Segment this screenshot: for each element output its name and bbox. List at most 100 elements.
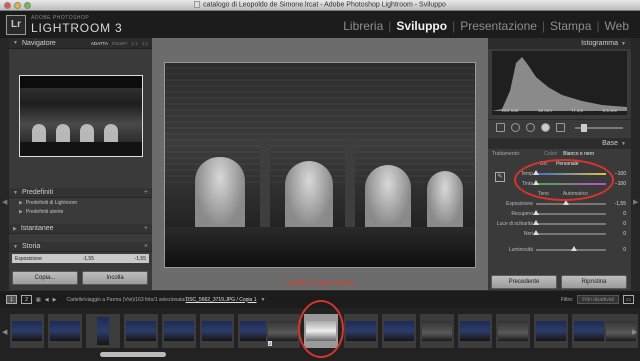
adjustment-brush-icon[interactable] xyxy=(556,123,565,132)
eyedropper-icon[interactable]: ✎ xyxy=(495,172,505,182)
zoom-fit[interactable]: ADATTA xyxy=(91,41,108,46)
module-stampa[interactable]: Stampa xyxy=(545,19,596,33)
zoom-1-1[interactable]: 1:1 xyxy=(131,41,137,46)
filmstrip-thumbnail[interactable] xyxy=(124,314,158,348)
spot-removal-icon[interactable] xyxy=(511,123,520,132)
red-eye-icon[interactable] xyxy=(526,123,535,132)
focal-length: 62 mm xyxy=(538,108,552,113)
forward-arrow-icon[interactable]: ▶ xyxy=(53,297,57,303)
grid-view-icon[interactable]: ▦ xyxy=(36,297,41,303)
fill-light-value[interactable]: 0 xyxy=(606,221,626,227)
preset-folder[interactable]: ▶ Predefiniti utente xyxy=(9,207,152,216)
filmstrip-thumbnail[interactable] xyxy=(534,314,568,348)
filmstrip-thumbnail[interactable] xyxy=(382,314,416,348)
slider-knob[interactable] xyxy=(581,123,587,132)
filter-select[interactable]: Filtri disattivati xyxy=(577,295,619,304)
blacks-slider[interactable] xyxy=(533,230,606,235)
navigator-title: Navigatore xyxy=(21,39,56,47)
snapshots-header[interactable]: ▶ Istantanee + xyxy=(9,224,152,234)
left-panel-toggle[interactable]: ◀ xyxy=(0,38,9,290)
filmstrip-right-arrow-icon[interactable]: ▶ xyxy=(632,328,637,336)
history-item[interactable]: Esposizione -1,55 -1,55 xyxy=(12,254,149,263)
filmstrip-thumbnail[interactable] xyxy=(200,314,234,348)
right-panel-toggle[interactable]: ▶ xyxy=(631,38,640,290)
histogram[interactable]: ISO 640 62 mm f / 4,5 0,5 sec xyxy=(492,51,627,115)
zoom-fill[interactable]: RIEMPI xyxy=(112,41,128,46)
slider-thumb[interactable] xyxy=(533,220,539,225)
previous-button[interactable]: Precedente xyxy=(491,275,557,289)
filmstrip-thumbnail[interactable] xyxy=(86,314,120,348)
brightness-slider[interactable] xyxy=(536,246,606,251)
filmstrip-thumbnail[interactable] xyxy=(162,314,196,348)
module-libreria[interactable]: Libreria xyxy=(338,19,388,33)
collapse-triangle-icon: ▼ xyxy=(13,40,18,46)
basic-header[interactable]: Base ▼ xyxy=(488,138,631,149)
module-sviluppo[interactable]: Sviluppo xyxy=(391,19,452,33)
clear-history-icon[interactable]: × xyxy=(144,243,148,250)
treatment-color-option[interactable]: Colori xyxy=(544,151,557,157)
left-panel: ▼ Navigatore ADATTA RIEMPI 1:1 1:1 ▼ Pre… xyxy=(9,38,152,290)
exposure-slider[interactable] xyxy=(536,200,606,205)
treatment-bw-option[interactable]: Bianco e nero xyxy=(563,151,594,157)
back-arrow-icon[interactable]: ◀ xyxy=(45,297,49,303)
preview-arch xyxy=(31,124,46,142)
filmstrip-thumbnail[interactable] xyxy=(572,314,606,348)
filmstrip-thumbnail[interactable] xyxy=(10,314,44,348)
preset-folder[interactable]: ▶ Predefiniti di Lightroom xyxy=(9,198,152,207)
module-web[interactable]: Web xyxy=(600,19,634,33)
filename-menu-icon[interactable]: ▼ xyxy=(260,297,265,303)
presets-header[interactable]: ▼ Predefiniti + xyxy=(9,188,152,198)
filmstrip-thumbnail[interactable] xyxy=(344,314,378,348)
app-header: Lr ADOBE PHOTOSHOP LIGHTROOM 3 Libreria |… xyxy=(0,11,640,38)
fill-light-slider[interactable] xyxy=(533,220,606,225)
zoom-custom[interactable]: 1:1 xyxy=(142,41,148,46)
add-snapshot-icon[interactable]: + xyxy=(144,225,148,232)
filmstrip-thumbnail[interactable] xyxy=(496,314,530,348)
lr-logo: Lr xyxy=(6,15,26,35)
main-photo[interactable] xyxy=(164,62,476,268)
right-panel-buttons: Precedente Ripristina xyxy=(491,275,627,289)
filmstrip-thumbnail[interactable] xyxy=(420,314,454,348)
filmstrip-left-arrow-icon[interactable]: ◀ xyxy=(2,328,7,336)
main-screen-button[interactable]: 1 xyxy=(6,295,17,304)
exposure-value[interactable]: -1,55 xyxy=(606,201,626,207)
filmstrip-thumbnail[interactable] xyxy=(48,314,82,348)
snapshots-title: Istantanee xyxy=(20,225,54,232)
copy-button[interactable]: Copia... xyxy=(12,271,78,285)
histogram-header[interactable]: Istogramma ▼ xyxy=(488,38,631,49)
filmstrip-thumbnail[interactable] xyxy=(458,314,492,348)
filmstrip: ◀ 2 ▶ xyxy=(0,300,640,361)
slider-thumb[interactable] xyxy=(533,210,539,215)
slider-thumb[interactable] xyxy=(571,246,577,251)
add-preset-icon[interactable]: + xyxy=(144,189,148,196)
brightness-value[interactable]: 0 xyxy=(606,247,626,253)
recovery-slider[interactable] xyxy=(533,210,606,215)
blacks-slider-row: Neri 0 xyxy=(488,229,631,239)
filmstrip-thumbnail[interactable]: 2 xyxy=(266,314,300,348)
slider-thumb[interactable] xyxy=(533,230,539,235)
source-path[interactable]: Cartelle/viaggio a Parma (Vivi)/163 foto… xyxy=(66,297,256,303)
aperture-value: f / 4,5 xyxy=(571,108,583,113)
blacks-value[interactable]: 0 xyxy=(606,231,626,237)
loupe-view: modifico copia virtuale xyxy=(152,38,488,290)
tool-slider[interactable] xyxy=(575,123,623,132)
graduated-filter-icon[interactable] xyxy=(541,123,550,132)
photo-arch xyxy=(365,165,411,227)
filmstrip-scrollbar[interactable] xyxy=(100,352,166,357)
crop-icon[interactable] xyxy=(496,123,505,132)
collapse-triangle-icon: ▼ xyxy=(13,243,18,250)
navigator-preview[interactable] xyxy=(18,75,143,157)
reset-button[interactable]: Ripristina xyxy=(561,275,627,289)
paste-button[interactable]: Incolla xyxy=(82,271,148,285)
second-screen-button[interactable]: 2 xyxy=(21,295,32,304)
thumbnail-image xyxy=(498,321,528,341)
history-header[interactable]: ▼ Storia × xyxy=(9,242,152,252)
module-presentazione[interactable]: Presentazione xyxy=(455,19,542,33)
recovery-value[interactable]: 0 xyxy=(606,211,626,217)
preset-folder-label: Predefiniti utente xyxy=(25,208,64,215)
filter-toggle-button[interactable]: ▭ xyxy=(623,295,634,304)
navigator-header[interactable]: ▼ Navigatore ADATTA RIEMPI 1:1 1:1 xyxy=(9,38,152,49)
blacks-label: Neri xyxy=(523,231,533,237)
current-filename[interactable]: DSC_5662_3719.JPG / Copia 1 xyxy=(186,297,257,303)
